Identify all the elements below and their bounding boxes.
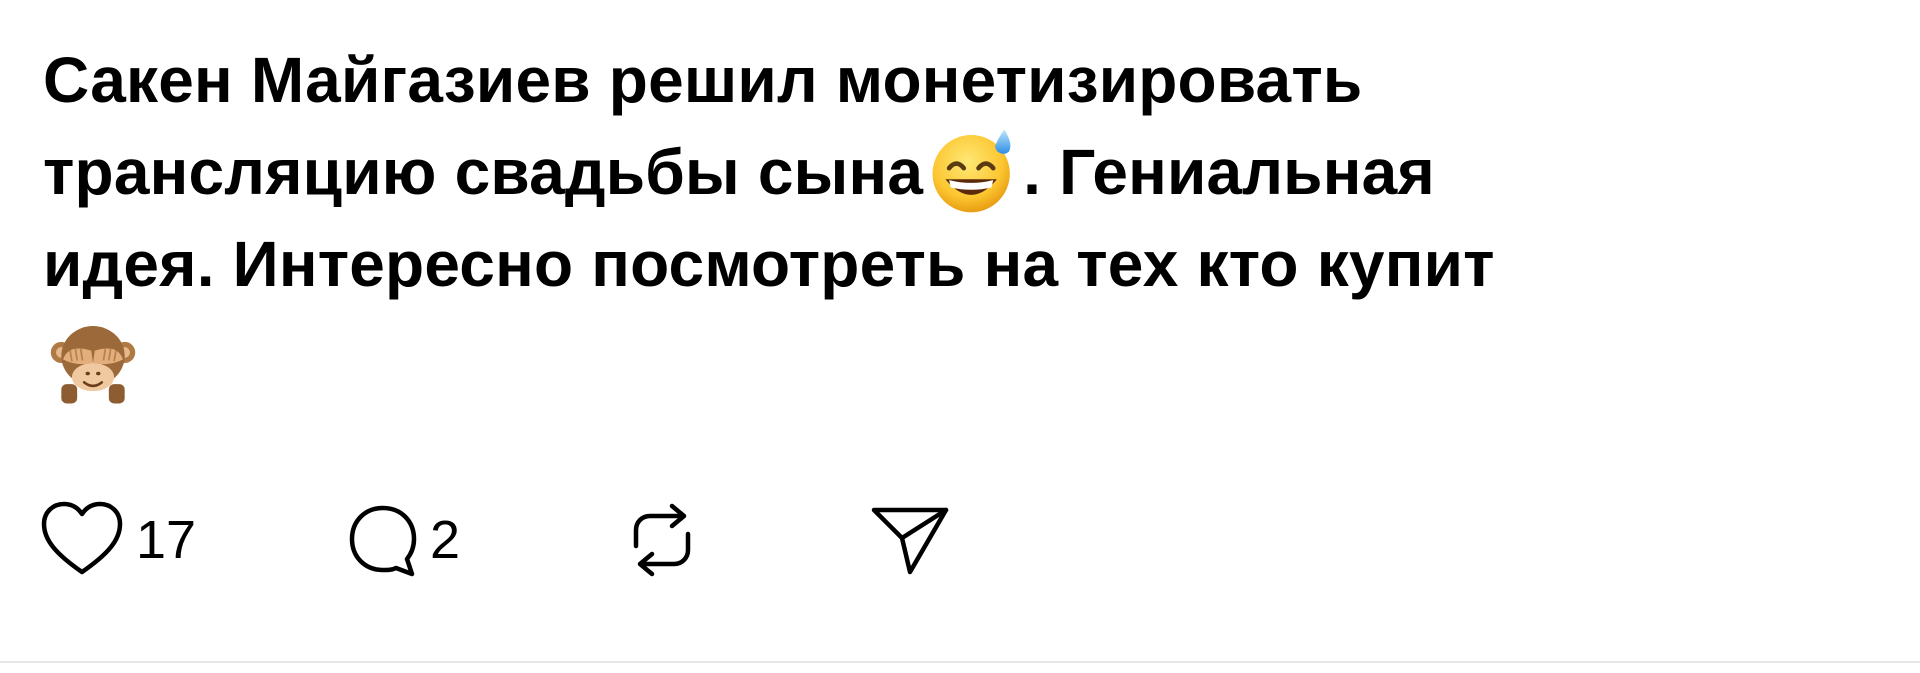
post-text-line-3: идея. Интересно посмотреть на тех кто ку… (43, 228, 1495, 300)
post-text: Сакен Майгазиев решил монетизировать тра… (43, 34, 1843, 407)
heart-icon (40, 500, 124, 580)
grinning-face-with-sweat-emoji (927, 124, 1019, 216)
comment-bubble-icon (348, 500, 418, 580)
post-text-line-2-end: . Гениальная (1023, 136, 1435, 208)
post-text-line-2-start: трансляцию свадьбы сына (43, 136, 924, 208)
like-button[interactable]: 17 (40, 500, 196, 580)
repost-button[interactable] (620, 500, 704, 580)
post-text-line-2: трансляцию свадьбы сына . Гениальная (43, 126, 1843, 218)
post-actions: 17 2 (40, 500, 949, 580)
post-text-line-1: Сакен Майгазиев решил монетизировать (43, 44, 1363, 116)
comment-count: 2 (430, 510, 461, 570)
like-count: 17 (136, 510, 197, 570)
send-icon (868, 500, 952, 580)
post-text-line-4 (43, 310, 1843, 407)
repost-icon (620, 500, 704, 580)
share-button[interactable] (868, 500, 952, 580)
see-no-evil-monkey-emoji (49, 319, 137, 407)
comment-button[interactable]: 2 (348, 500, 460, 580)
post: Сакен Майгазиев решил монетизировать тра… (0, 0, 1920, 673)
post-divider (0, 661, 1920, 663)
